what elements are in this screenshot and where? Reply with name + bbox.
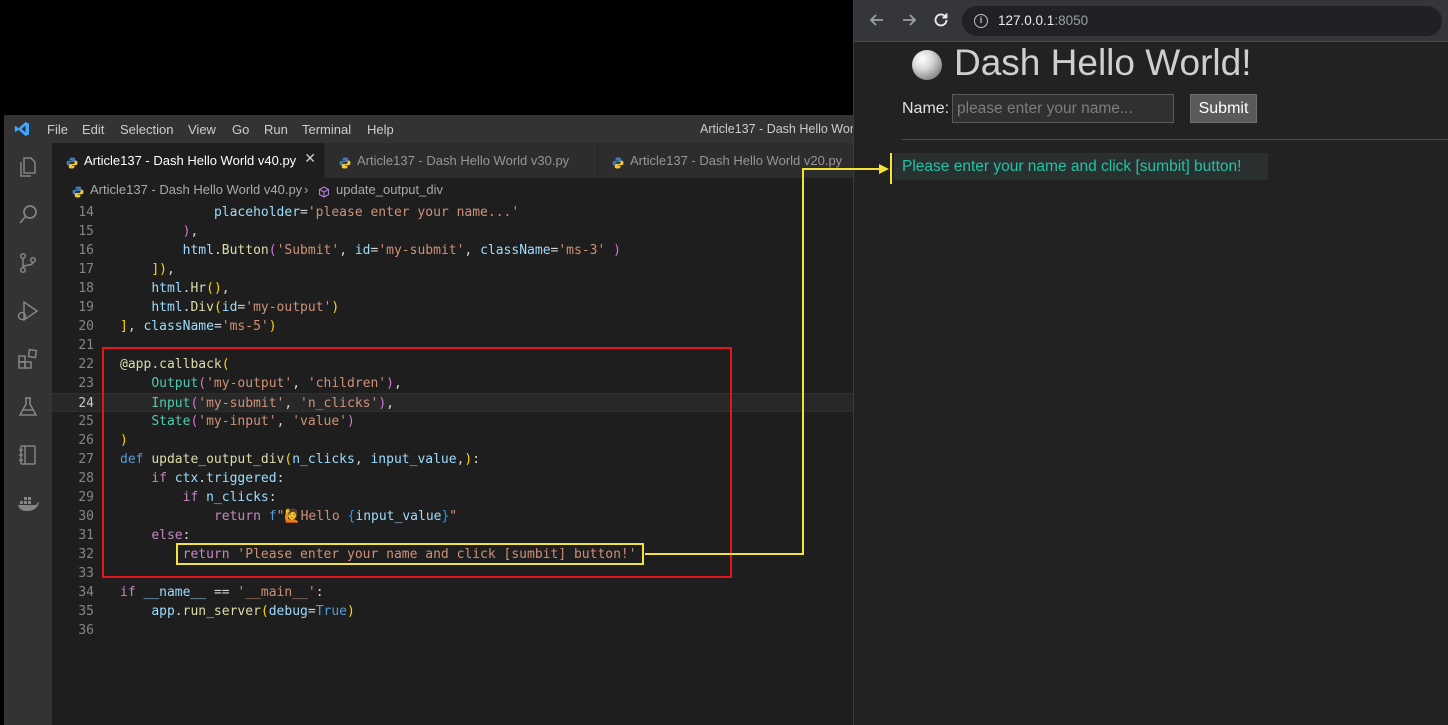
close-icon[interactable]: ✕ xyxy=(304,151,316,167)
submit-button[interactable]: Submit xyxy=(1190,94,1257,123)
python-file-icon xyxy=(66,154,78,169)
code-text: html.Hr(), xyxy=(151,281,230,296)
window-title: Article137 - Dash Hello World xyxy=(700,122,864,136)
menu-terminal[interactable]: Terminal xyxy=(302,122,351,137)
code-text: html.Button('Submit', id='my-submit', cl… xyxy=(182,243,621,258)
source-control-icon[interactable] xyxy=(16,251,40,275)
back-arrow-icon[interactable] xyxy=(868,11,886,29)
code-text: if __name__ == '__main__': xyxy=(120,585,324,600)
divider xyxy=(902,139,1448,140)
page-title: Dash Hello World! xyxy=(954,42,1252,83)
code-line[interactable]: 36 xyxy=(52,621,854,640)
name-label: Name: xyxy=(902,100,950,117)
line-number: 27 xyxy=(78,452,94,467)
line-number: 35 xyxy=(78,604,94,619)
line-number: 31 xyxy=(78,528,94,543)
breadcrumb-file[interactable]: Article137 - Dash Hello World v40.py xyxy=(90,182,302,197)
line-number: 34 xyxy=(78,585,94,600)
tab-v30[interactable]: Article137 - Dash Hello World v30.py xyxy=(325,143,598,178)
line-number: 19 xyxy=(78,300,94,315)
forward-arrow-icon[interactable] xyxy=(900,11,918,29)
dash-page: Dash Hello World! Name: Submit Please en… xyxy=(854,42,1448,725)
python-file-icon xyxy=(339,154,351,169)
menu-go[interactable]: Go xyxy=(232,122,249,137)
address-bar[interactable]: i 127.0.0.1:8050 xyxy=(962,6,1442,36)
code-line[interactable]: 35 app.run_server(debug=True) xyxy=(52,602,854,621)
code-text: app.run_server(debug=True) xyxy=(151,604,355,619)
explorer-icon[interactable] xyxy=(16,155,40,179)
editor-tab-bar: Article137 - Dash Hello World v40.py ✕ A… xyxy=(52,143,855,178)
line-number: 16 xyxy=(78,243,94,258)
activity-bar xyxy=(4,143,52,725)
tab-v20[interactable]: Article137 - Dash Hello World v20.py xyxy=(598,143,855,178)
menu-bar: File Edit Selection View Go Run Terminal… xyxy=(4,115,864,143)
docker-icon[interactable] xyxy=(16,491,40,515)
line-number: 25 xyxy=(78,414,94,429)
code-text: ], className='ms-5') xyxy=(120,319,277,334)
code-line[interactable]: 20 ], className='ms-5') xyxy=(52,317,854,336)
menu-view[interactable]: View xyxy=(188,122,216,137)
code-line[interactable]: 19 html.Div(id='my-output') xyxy=(52,298,854,317)
run-debug-icon[interactable] xyxy=(16,299,40,323)
output-div: Please enter your name and click [sumbit… xyxy=(894,153,1268,180)
url-port: :8050 xyxy=(1054,13,1089,28)
menu-run[interactable]: Run xyxy=(264,122,288,137)
notebook-icon[interactable] xyxy=(16,443,40,467)
line-number: 24 xyxy=(78,396,94,411)
reload-icon[interactable] xyxy=(932,11,950,29)
breadcrumb-symbol[interactable]: update_output_div xyxy=(336,182,443,197)
url-host: 127.0.0.1 xyxy=(998,13,1055,28)
code-text: ]), xyxy=(151,262,175,277)
extensions-icon[interactable] xyxy=(16,347,40,371)
line-number: 29 xyxy=(78,490,94,505)
output-text: Please enter your name and click [sumbit… xyxy=(902,158,1242,175)
breadcrumb-separator: › xyxy=(304,182,309,197)
menu-help[interactable]: Help xyxy=(367,122,394,137)
line-number: 32 xyxy=(78,547,94,562)
breadcrumb: Article137 - Dash Hello World v40.py › u… xyxy=(52,178,854,200)
search-icon[interactable] xyxy=(16,203,40,227)
code-text: placeholder='please enter your name...' xyxy=(213,205,520,220)
return-highlight-box xyxy=(176,543,644,565)
vscode-logo-icon xyxy=(14,121,30,137)
python-file-icon xyxy=(612,154,624,169)
tab-label: Article137 - Dash Hello World v30.py xyxy=(357,153,570,168)
line-number: 33 xyxy=(78,566,94,581)
tab-label: Article137 - Dash Hello World v20.py xyxy=(630,153,843,168)
code-line[interactable]: 34 if __name__ == '__main__': xyxy=(52,583,854,602)
code-line[interactable]: 18 html.Hr(), xyxy=(52,279,854,298)
line-number: 28 xyxy=(78,471,94,486)
line-number: 15 xyxy=(78,224,94,239)
info-icon[interactable]: i xyxy=(974,14,988,28)
line-number: 26 xyxy=(78,433,94,448)
line-number: 30 xyxy=(78,509,94,524)
browser-window: i 127.0.0.1:8050 Dash Hello World! Name:… xyxy=(853,0,1448,725)
line-number: 18 xyxy=(78,281,94,296)
code-text: ), xyxy=(182,224,199,239)
testing-icon[interactable] xyxy=(16,395,40,419)
menu-selection[interactable]: Selection xyxy=(120,122,173,137)
line-number: 36 xyxy=(78,623,94,638)
browser-toolbar: i 127.0.0.1:8050 xyxy=(854,0,1448,42)
code-line[interactable]: 17 ]), xyxy=(52,260,854,279)
code-line[interactable]: 15 ), xyxy=(52,222,854,241)
code-text: html.Div(id='my-output') xyxy=(151,300,340,315)
method-cube-icon xyxy=(318,183,330,198)
line-number: 23 xyxy=(78,376,94,391)
code-line[interactable]: 14 placeholder='please enter your name..… xyxy=(52,203,854,222)
tab-v40[interactable]: Article137 - Dash Hello World v40.py ✕ xyxy=(52,143,325,178)
code-line[interactable]: 16 html.Button('Submit', id='my-submit',… xyxy=(52,241,854,260)
menu-file[interactable]: File xyxy=(47,122,68,137)
line-number: 17 xyxy=(78,262,94,277)
line-number: 22 xyxy=(78,357,94,372)
python-file-icon xyxy=(72,183,84,198)
line-number: 14 xyxy=(78,205,94,220)
line-number: 20 xyxy=(78,319,94,334)
menu-edit[interactable]: Edit xyxy=(82,122,104,137)
line-number: 21 xyxy=(78,338,94,353)
tab-label: Article137 - Dash Hello World v40.py xyxy=(84,153,297,168)
name-input[interactable] xyxy=(952,94,1174,123)
globe-icon xyxy=(912,50,942,80)
